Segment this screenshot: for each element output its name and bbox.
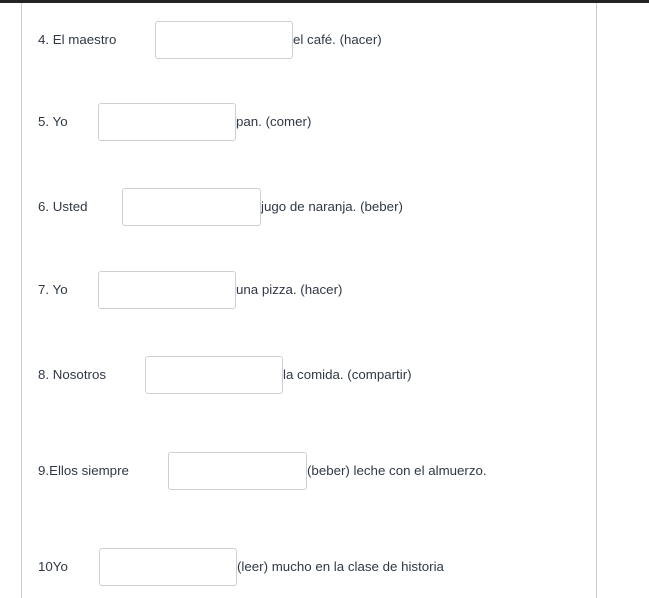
question-suffix-text: la comida. (compartir): [283, 367, 412, 383]
question-item: 4. El maestro el café. (hacer): [38, 21, 596, 59]
question-item: 7. Yo una pizza. (hacer): [38, 271, 596, 309]
question-item: 5. Yo pan. (comer): [38, 103, 596, 141]
question-suffix-text: una pizza. (hacer): [236, 282, 343, 298]
answer-input[interactable]: [122, 188, 261, 226]
answer-input[interactable]: [168, 452, 307, 490]
question-item: 10Yo (leer) mucho en la clase de historia: [38, 548, 596, 586]
question-prefix-text: 7. Yo: [38, 282, 68, 298]
question-suffix-text: (beber) leche con el almuerzo.: [307, 463, 487, 479]
question-item: 6. Usted jugo de naranja. (beber): [38, 188, 596, 226]
question-prefix-text: 5. Yo: [38, 114, 68, 130]
answer-input[interactable]: [98, 103, 236, 141]
question-prefix-text: 10Yo: [38, 559, 68, 575]
question-prefix-text: 4. El maestro: [38, 32, 117, 48]
question-suffix-text: (leer) mucho en la clase de historia: [237, 559, 444, 575]
answer-input[interactable]: [98, 271, 236, 309]
question-suffix-text: el café. (hacer): [293, 32, 382, 48]
question-prefix-text: 8. Nosotros: [38, 367, 106, 383]
question-item: 8. Nosotros la comida. (compartir): [38, 356, 596, 394]
worksheet-panel: 4. El maestro el café. (hacer) 5. Yo pan. (…: [21, 3, 597, 598]
answer-input[interactable]: [145, 356, 283, 394]
question-prefix-text: 9.Ellos siempre: [38, 463, 129, 479]
answer-input[interactable]: [155, 21, 293, 59]
answer-input[interactable]: [99, 548, 237, 586]
question-prefix-text: 6. Usted: [38, 199, 88, 215]
question-suffix-text: pan. (comer): [236, 114, 312, 130]
question-item: 9.Ellos siempre (beber) leche con el almu…: [38, 452, 596, 490]
question-suffix-text: jugo de naranja. (beber): [261, 199, 403, 215]
